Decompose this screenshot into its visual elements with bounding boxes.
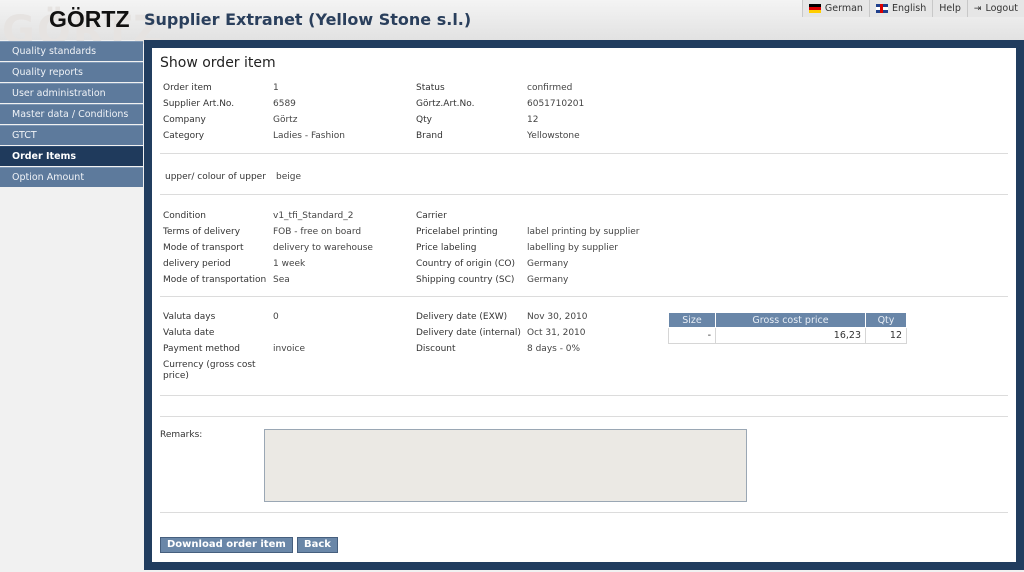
status-label: Status [416,83,445,93]
gortz-logo[interactable]: GÖRTZ [49,6,130,33]
language-german-label: German [824,3,863,14]
app-title: Supplier Extranet (Yellow Stone s.l.) [144,10,472,29]
download-order-item-button[interactable]: Download order item [160,537,293,553]
section-divider [160,512,1008,513]
size-header: Size [668,312,716,328]
delivery-period-value: 1 week [273,259,306,269]
section-divider [160,416,1008,417]
country-of-origin-label: Country of origin (CO) [416,259,516,269]
logout-label: Logout [985,3,1018,14]
section-divider [160,194,1008,195]
payment-method-value: invoice [273,344,306,354]
condition-label: Condition [163,211,206,221]
gross-cost-price-cell: 16,23 [715,327,866,344]
order-item-value: 1 [273,83,279,93]
language-english-link[interactable]: English [868,0,933,17]
discount-label: Discount [416,344,456,354]
section-divider [160,296,1008,297]
status-value: confirmed [527,83,573,93]
pricelabel-printing-label: Pricelabel printing [416,227,498,237]
language-german-link[interactable]: German [801,0,869,17]
logout-link[interactable]: ⇥ Logout [966,0,1024,17]
pricelabel-printing-value: label printing by supplier [527,227,640,237]
upper-colour-value: beige [276,172,302,182]
shipping-country-value: Germany [527,275,569,285]
sidebar-item-order-items[interactable]: Order Items [0,146,143,166]
carrier-label: Carrier [416,211,447,221]
currency-label-line2: price) [163,371,189,381]
size-cell: - [668,327,716,344]
delivery-date-exw-value: Nov 30, 2010 [527,312,588,322]
mode-of-transport-label: Mode of transport [163,243,244,253]
sidebar-item-master-data[interactable]: Master data / Conditions [0,104,143,124]
gross-cost-price-header: Gross cost price [715,312,866,328]
table-row: - 16,23 12 [668,327,907,344]
qty-value: 12 [527,115,539,125]
company-value: Görtz [273,115,298,125]
sidebar-item-user-administration[interactable]: User administration [0,83,143,103]
delivery-date-internal-label: Delivery date (internal) [416,328,521,338]
terms-of-delivery-label: Terms of delivery [163,227,241,237]
section-divider [160,153,1008,154]
upper-colour-label: upper/ colour of upper [165,172,266,182]
delivery-period-label: delivery period [163,259,231,269]
mode-of-transportation-value: Sea [273,275,290,285]
sidebar-item-option-amount[interactable]: Option Amount [0,167,143,187]
content-panel: Show order item Order item 1 Supplier Ar… [152,48,1016,562]
payment-method-label: Payment method [163,344,241,354]
order-item-label: Order item [163,83,212,93]
size-price-table: Size Gross cost price Qty - 16,23 12 [668,312,907,344]
page-title: Show order item [160,55,276,71]
language-english-label: English [891,3,927,14]
flag-de-icon [808,4,821,13]
header: GÖRTZ GÖRTZ Supplier Extranet (Yellow St… [0,0,1024,54]
sidebar: Quality standards Quality reports User a… [0,41,143,188]
country-of-origin-value: Germany [527,259,569,269]
supplier-art-no-label: Supplier Art.No. [163,99,235,109]
qty-header: Qty [865,312,907,328]
category-label: Category [163,131,205,141]
valuta-days-value: 0 [273,312,279,322]
table-header-row: Size Gross cost price Qty [668,312,907,328]
discount-value: 8 days - 0% [527,344,581,354]
qty-label: Qty [416,115,432,125]
sidebar-item-quality-standards[interactable]: Quality standards [0,41,143,61]
currency-label: Currency (gross cost [163,360,256,370]
help-link[interactable]: Help [932,0,967,17]
price-labeling-value: labelling by supplier [527,243,619,253]
qty-cell: 12 [865,327,907,344]
sidebar-item-quality-reports[interactable]: Quality reports [0,62,143,82]
mode-of-transportation-label: Mode of transportation [163,275,267,285]
section-divider [160,395,1008,396]
valuta-days-label: Valuta days [163,312,216,322]
back-button[interactable]: Back [297,537,338,553]
supplier-art-no-value: 6589 [273,99,296,109]
logout-icon: ⇥ [973,3,982,14]
category-value: Ladies - Fashion [273,131,345,141]
remarks-label: Remarks: [160,430,203,440]
condition-value: v1_tfi_Standard_2 [273,211,354,221]
gortz-art-no-label: Görtz.Art.No. [416,99,475,109]
flag-uk-icon [875,4,888,13]
brand-label: Brand [416,131,443,141]
mode-of-transport-value: delivery to warehouse [273,243,373,253]
sidebar-item-gtct[interactable]: GTCT [0,125,143,145]
price-labeling-label: Price labeling [416,243,477,253]
valuta-date-label: Valuta date [163,328,215,338]
terms-of-delivery-value: FOB - free on board [273,227,362,237]
shipping-country-label: Shipping country (SC) [416,275,515,285]
delivery-date-internal-value: Oct 31, 2010 [527,328,586,338]
delivery-date-exw-label: Delivery date (EXW) [416,312,508,322]
remarks-textarea[interactable] [264,429,747,502]
top-navigation: German English Help ⇥ Logout [801,0,1024,17]
brand-value: Yellowstone [527,131,580,141]
company-label: Company [163,115,206,125]
help-label: Help [939,3,961,14]
gortz-art-no-value: 6051710201 [527,99,585,109]
